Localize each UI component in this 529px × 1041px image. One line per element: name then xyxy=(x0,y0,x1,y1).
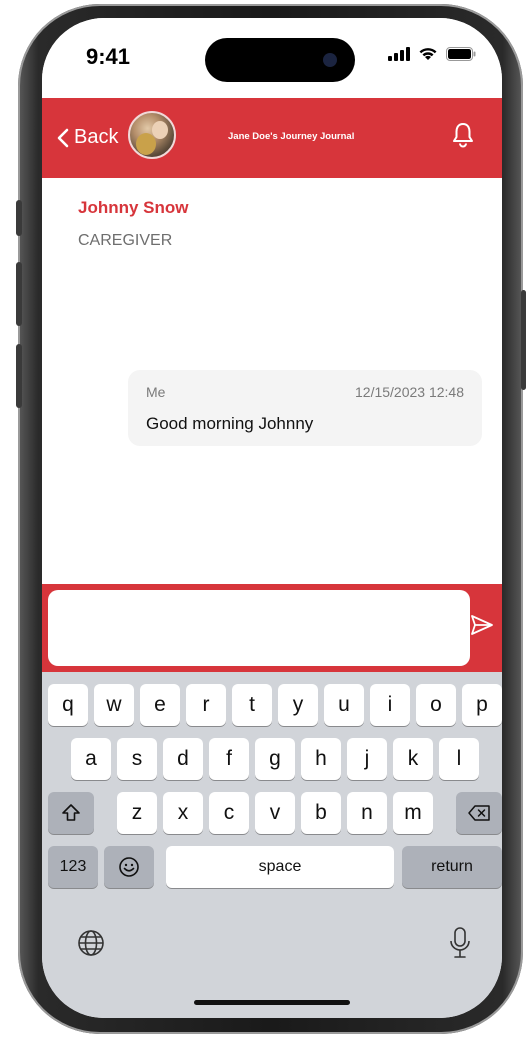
message-bubble: Me 12/15/2023 12:48 Good morning Johnny xyxy=(128,370,482,446)
key-u[interactable]: u xyxy=(324,684,364,726)
keyboard: q w e r t y u i o p a s d f g h j k l z … xyxy=(42,672,502,1018)
system-icons xyxy=(388,46,476,61)
key-l[interactable]: l xyxy=(439,738,479,780)
numbers-key[interactable]: 123 xyxy=(48,846,98,888)
delete-key[interactable] xyxy=(456,792,502,834)
key-n[interactable]: n xyxy=(347,792,387,834)
bell-icon xyxy=(453,123,473,148)
message-text: Good morning Johnny xyxy=(146,414,314,433)
key-h[interactable]: h xyxy=(301,738,341,780)
side-button-volume-up xyxy=(16,262,22,326)
screen: 9:41 Back Jane Doe's Journey Journal Joh… xyxy=(42,18,502,1018)
cellular-signal-icon xyxy=(388,46,410,61)
battery-icon xyxy=(446,46,476,61)
key-p[interactable]: p xyxy=(462,684,502,726)
notifications-button[interactable] xyxy=(452,122,474,153)
key-y[interactable]: y xyxy=(278,684,318,726)
emoji-icon xyxy=(119,857,139,877)
globe-icon xyxy=(78,930,104,956)
backspace-icon xyxy=(468,805,490,821)
key-r[interactable]: r xyxy=(186,684,226,726)
status-time: 9:41 xyxy=(86,44,131,69)
side-button-volume-down xyxy=(16,344,22,408)
key-f[interactable]: f xyxy=(209,738,249,780)
globe-button[interactable] xyxy=(76,928,106,963)
microphone-icon xyxy=(450,927,470,958)
key-z[interactable]: z xyxy=(117,792,157,834)
key-b[interactable]: b xyxy=(301,792,341,834)
key-k[interactable]: k xyxy=(393,738,433,780)
camera-icon xyxy=(323,53,337,67)
space-key[interactable]: space xyxy=(166,846,394,888)
dictation-button[interactable] xyxy=(448,926,472,965)
chevron-left-icon xyxy=(57,128,69,147)
key-a[interactable]: a xyxy=(71,738,111,780)
wifi-icon xyxy=(419,48,437,60)
journal-title: Jane Doe's Journey Journal xyxy=(228,131,355,142)
status-bar: 9:41 xyxy=(42,18,502,98)
contact-name: Johnny Snow xyxy=(78,198,189,217)
message-input[interactable] xyxy=(48,590,470,666)
avatar[interactable] xyxy=(128,111,176,159)
back-button[interactable]: Back xyxy=(56,126,118,149)
send-button[interactable] xyxy=(470,614,494,641)
key-d[interactable]: d xyxy=(163,738,203,780)
return-key[interactable]: return xyxy=(402,846,502,888)
message-timestamp: 12/15/2023 12:48 xyxy=(355,384,464,400)
key-o[interactable]: o xyxy=(416,684,456,726)
key-c[interactable]: c xyxy=(209,792,249,834)
app-header: Back Jane Doe's Journey Journal xyxy=(42,98,502,178)
key-q[interactable]: q xyxy=(48,684,88,726)
side-button-power xyxy=(521,290,526,390)
shift-key[interactable] xyxy=(48,792,94,834)
key-e[interactable]: e xyxy=(140,684,180,726)
shift-icon xyxy=(62,804,80,821)
back-label: Back xyxy=(74,126,119,148)
key-m[interactable]: m xyxy=(393,792,433,834)
key-s[interactable]: s xyxy=(117,738,157,780)
side-button-action xyxy=(16,200,22,236)
key-w[interactable]: w xyxy=(94,684,134,726)
contact-role: CAREGIVER xyxy=(78,232,173,249)
key-x[interactable]: x xyxy=(163,792,203,834)
key-j[interactable]: j xyxy=(347,738,387,780)
home-indicator[interactable] xyxy=(194,1000,350,1005)
key-t[interactable]: t xyxy=(232,684,272,726)
key-g[interactable]: g xyxy=(255,738,295,780)
key-i[interactable]: i xyxy=(370,684,410,726)
dynamic-island xyxy=(205,38,355,82)
send-icon xyxy=(471,615,493,635)
key-v[interactable]: v xyxy=(255,792,295,834)
composer-bar xyxy=(42,584,502,672)
message-sender: Me xyxy=(146,384,166,400)
emoji-key[interactable] xyxy=(104,846,154,888)
